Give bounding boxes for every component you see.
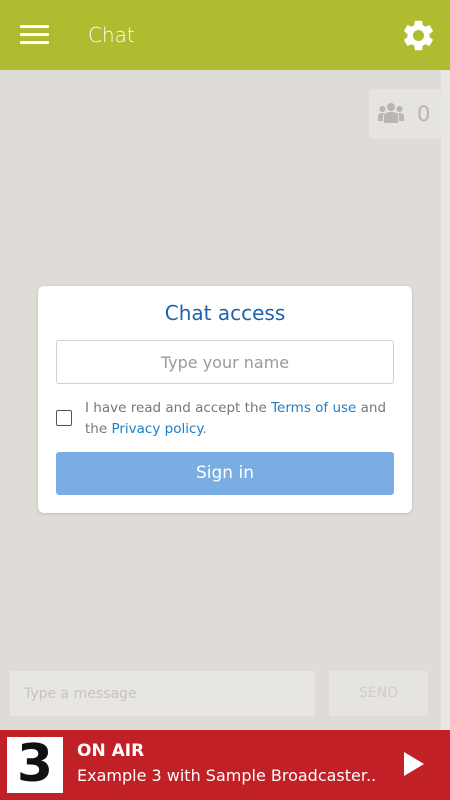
sign-in-button[interactable]: Sign in [56,452,394,495]
users-online-badge[interactable]: 0 [369,89,441,139]
page-title: Chat [88,23,135,47]
gear-icon[interactable] [400,17,437,54]
privacy-policy-link[interactable]: Privacy policy [111,421,202,437]
name-input[interactable] [56,340,394,384]
users-group-icon [378,103,404,123]
dialog-title: Chat access [164,301,286,325]
chat-access-dialog: Chat access I have read and accept the T… [38,286,412,513]
app-bar: Chat [0,0,450,70]
hamburger-menu-icon[interactable] [20,24,49,46]
terms-suffix: . [202,421,207,437]
terms-of-use-link[interactable]: Terms of use [271,400,356,416]
radio-player-bar [0,730,450,800]
message-input[interactable] [10,671,315,716]
now-playing-title: Example 3 with Sample Broadcaster.. [77,766,377,785]
accept-terms-checkbox[interactable] [56,410,72,426]
station-logo: 3 [7,734,63,794]
users-online-count: 0 [417,102,431,126]
send-button[interactable]: SEND [329,671,428,716]
on-air-status: ON AIR [77,741,145,761]
play-icon[interactable] [400,750,428,778]
terms-text: I have read and accept the Terms of use … [85,398,395,440]
terms-prefix: I have read and accept the [85,400,272,416]
station-logo-text: 3 [16,734,54,794]
scrollbar[interactable] [441,70,450,730]
